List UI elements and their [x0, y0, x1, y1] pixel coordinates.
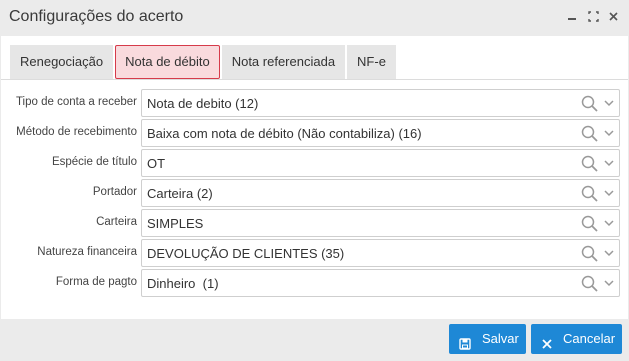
- field-label: Portador: [92, 186, 137, 198]
- field-value: Carteira (2): [147, 186, 213, 201]
- tab-nf-e[interactable]: NF-e: [347, 45, 396, 79]
- field-value: Nota de debito (12): [147, 96, 259, 111]
- save-icon: [459, 332, 471, 350]
- tab-nota-de-debito[interactable]: Nota de débito: [115, 45, 220, 79]
- field-label: Forma de pagto: [55, 276, 137, 288]
- dialog-title: Configurações do acerto: [9, 8, 184, 25]
- chevron-down-icon[interactable]: [603, 186, 615, 200]
- carteira-select[interactable]: SIMPLES: [141, 209, 620, 237]
- form-row-portador: Portador Carteira (2): [1, 179, 628, 207]
- field-label: Tipo de conta a receber: [15, 96, 137, 108]
- cancel-button-label: Cancelar: [563, 331, 616, 346]
- field-value: OT: [147, 156, 166, 171]
- chevron-down-icon[interactable]: [603, 246, 615, 260]
- field-label: Carteira: [96, 216, 137, 228]
- field-label: Espécie de título: [51, 156, 137, 168]
- form-row-tipo-conta: Tipo de conta a receber Nota de debito (…: [1, 89, 628, 117]
- chevron-down-icon[interactable]: [603, 276, 615, 290]
- save-button-label: Salvar: [482, 331, 519, 346]
- especie-titulo-select[interactable]: OT: [141, 149, 620, 177]
- tab-renegociacao[interactable]: Renegociação: [10, 45, 114, 79]
- tab-bar: Renegociação Nota de débito Nota referen…: [10, 45, 398, 79]
- field-label: Método de recebimento: [16, 126, 137, 138]
- field-value: SIMPLES: [147, 216, 204, 231]
- tab-label: Nota de débito: [125, 54, 210, 69]
- settings-dialog: Configurações do acerto Renegociação Not…: [0, 0, 629, 361]
- search-icon[interactable]: [581, 245, 599, 263]
- chevron-down-icon[interactable]: [603, 156, 615, 170]
- title-bar[interactable]: Configurações do acerto: [0, 0, 629, 36]
- field-label: Natureza financeira: [37, 246, 137, 258]
- search-icon[interactable]: [581, 275, 599, 293]
- tipo-conta-select[interactable]: Nota de debito (12): [141, 89, 620, 117]
- search-icon[interactable]: [581, 185, 599, 203]
- dialog-footer: Salvar Cancelar: [0, 319, 629, 361]
- search-icon[interactable]: [581, 95, 599, 113]
- natureza-financeira-select[interactable]: DEVOLUÇÃO DE CLIENTES (35): [141, 239, 620, 267]
- dialog-body: Renegociação Nota de débito Nota referen…: [1, 36, 628, 319]
- field-value: Baixa com nota de débito (Não contabiliz…: [147, 126, 422, 141]
- tab-label: Renegociação: [20, 54, 104, 69]
- chevron-down-icon[interactable]: [603, 126, 615, 140]
- search-icon[interactable]: [581, 155, 599, 173]
- save-button[interactable]: Salvar: [449, 324, 526, 354]
- metodo-recebimento-select[interactable]: Baixa com nota de débito (Não contabiliz…: [141, 119, 620, 147]
- form-row-metodo-recebimento: Método de recebimento Baixa com nota de …: [1, 119, 628, 147]
- close-icon[interactable]: [606, 9, 620, 25]
- tab-nota-referenciada[interactable]: Nota referenciada: [221, 45, 346, 79]
- search-icon[interactable]: [581, 215, 599, 233]
- form-row-natureza-financeira: Natureza financeira DEVOLUÇÃO DE CLIENTE…: [1, 239, 628, 267]
- cancel-button[interactable]: Cancelar: [531, 324, 622, 354]
- chevron-down-icon[interactable]: [603, 96, 615, 110]
- tab-divider: [1, 79, 628, 80]
- field-value: Dinheiro (1): [147, 276, 219, 291]
- tab-label: Nota referenciada: [231, 54, 336, 69]
- forma-pagto-select[interactable]: Dinheiro (1): [141, 269, 620, 297]
- minimize-icon[interactable]: [565, 9, 579, 25]
- form-row-especie-titulo: Espécie de título OT: [1, 149, 628, 177]
- form-row-forma-pagto: Forma de pagto Dinheiro (1): [1, 269, 628, 297]
- field-value: DEVOLUÇÃO DE CLIENTES (35): [147, 246, 345, 261]
- portador-select[interactable]: Carteira (2): [141, 179, 620, 207]
- search-icon[interactable]: [581, 125, 599, 143]
- maximize-icon[interactable]: [586, 9, 600, 25]
- tab-label: NF-e: [357, 54, 386, 69]
- chevron-down-icon[interactable]: [603, 216, 615, 230]
- close-icon: [541, 332, 553, 349]
- form-row-carteira: Carteira SIMPLES: [1, 209, 628, 237]
